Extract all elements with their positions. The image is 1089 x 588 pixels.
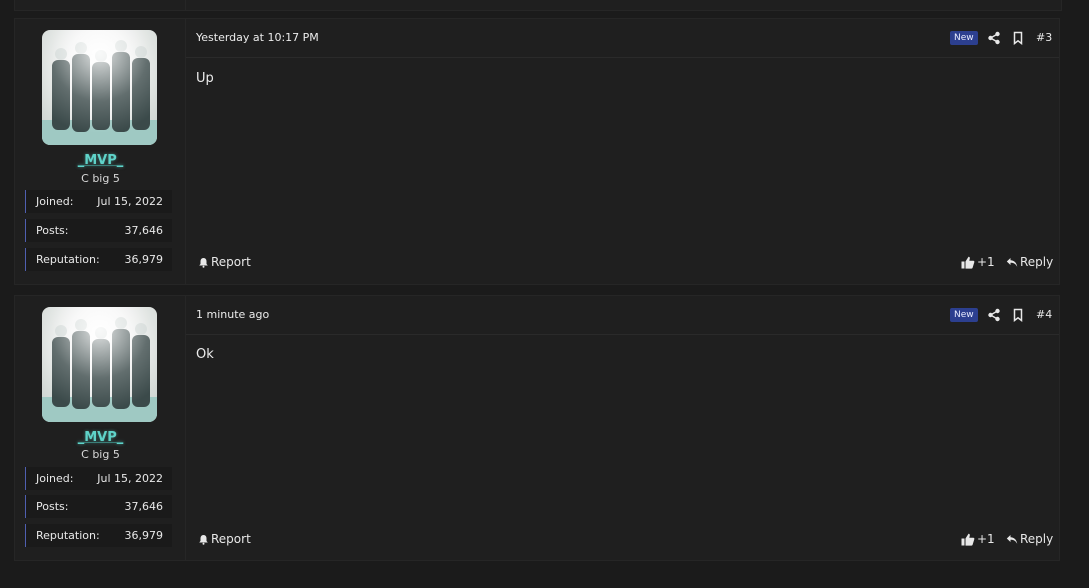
- post-header: 1 minute ago New #4: [186, 296, 1059, 335]
- bell-icon: [199, 534, 208, 545]
- stat-posts: Posts: 37,646: [25, 495, 172, 518]
- post-date-link[interactable]: Yesterday at 10:17 PM: [196, 31, 319, 44]
- reply-label: Reply: [1020, 255, 1054, 269]
- stat-label: Posts:: [36, 500, 69, 513]
- post-number-link[interactable]: #3: [1036, 31, 1052, 44]
- post-number-link[interactable]: #4: [1036, 308, 1052, 321]
- bell-icon: [199, 257, 208, 268]
- thumbs-up-icon: [961, 256, 975, 269]
- like-button[interactable]: +1: [961, 532, 995, 546]
- report-label: Report: [211, 255, 251, 269]
- post-4: _MVP_ C big 5 Joined: Jul 15, 2022 Posts…: [14, 295, 1060, 561]
- username-link[interactable]: _MVP_: [15, 430, 186, 445]
- post-content: Up: [196, 71, 214, 86]
- new-badge: New: [950, 31, 978, 45]
- user-info-panel: _MVP_ C big 5 Joined: Jul 15, 2022 Posts…: [15, 19, 186, 284]
- like-count: +1: [977, 255, 995, 269]
- reply-button[interactable]: Reply: [1006, 255, 1053, 269]
- thumbs-up-icon: [961, 533, 975, 546]
- share-icon[interactable]: [987, 30, 1001, 45]
- bookmark-icon[interactable]: [1011, 30, 1025, 46]
- post-header: Yesterday at 10:17 PM New #3: [186, 19, 1059, 58]
- stat-value: Jul 15, 2022: [97, 472, 163, 485]
- report-label: Report: [211, 532, 251, 546]
- stat-value: 37,646: [124, 500, 164, 513]
- username-link[interactable]: _MVP_: [15, 153, 186, 168]
- user-title: C big 5: [81, 172, 120, 185]
- user-info-panel: _MVP_ C big 5 Joined: Jul 15, 2022 Posts…: [15, 296, 186, 560]
- stat-label: Joined:: [36, 472, 74, 485]
- stat-reputation: Reputation: 36,979: [25, 248, 172, 271]
- post-date-link[interactable]: 1 minute ago: [196, 308, 269, 321]
- stat-label: Reputation:: [36, 253, 100, 266]
- stat-label: Reputation:: [36, 529, 100, 542]
- stat-value: 36,979: [124, 253, 164, 266]
- new-badge: New: [950, 308, 978, 322]
- avatar[interactable]: [42, 307, 157, 422]
- post-content: Ok: [196, 347, 214, 362]
- reply-button[interactable]: Reply: [1006, 532, 1053, 546]
- stat-joined: Joined: Jul 15, 2022: [25, 467, 172, 490]
- reply-label: Reply: [1020, 532, 1054, 546]
- stat-joined: Joined: Jul 15, 2022: [25, 190, 172, 213]
- stat-posts: Posts: 37,646: [25, 219, 172, 242]
- report-button[interactable]: Report: [198, 532, 251, 546]
- reply-icon: [1006, 534, 1018, 544]
- report-button[interactable]: Report: [198, 255, 251, 269]
- reply-icon: [1006, 257, 1018, 267]
- avatar[interactable]: [42, 30, 157, 145]
- user-title: C big 5: [81, 448, 120, 461]
- like-button[interactable]: +1: [961, 255, 995, 269]
- previous-post-edge: [14, 0, 1062, 11]
- post-3: _MVP_ C big 5 Joined: Jul 15, 2022 Posts…: [14, 18, 1060, 285]
- stat-value: 36,979: [124, 529, 164, 542]
- stat-value: Jul 15, 2022: [97, 195, 163, 208]
- stat-reputation: Reputation: 36,979: [25, 524, 172, 547]
- stat-value: 37,646: [124, 224, 164, 237]
- stat-label: Joined:: [36, 195, 74, 208]
- bookmark-icon[interactable]: [1011, 307, 1025, 323]
- like-count: +1: [977, 532, 995, 546]
- stat-label: Posts:: [36, 224, 69, 237]
- share-icon[interactable]: [987, 307, 1001, 322]
